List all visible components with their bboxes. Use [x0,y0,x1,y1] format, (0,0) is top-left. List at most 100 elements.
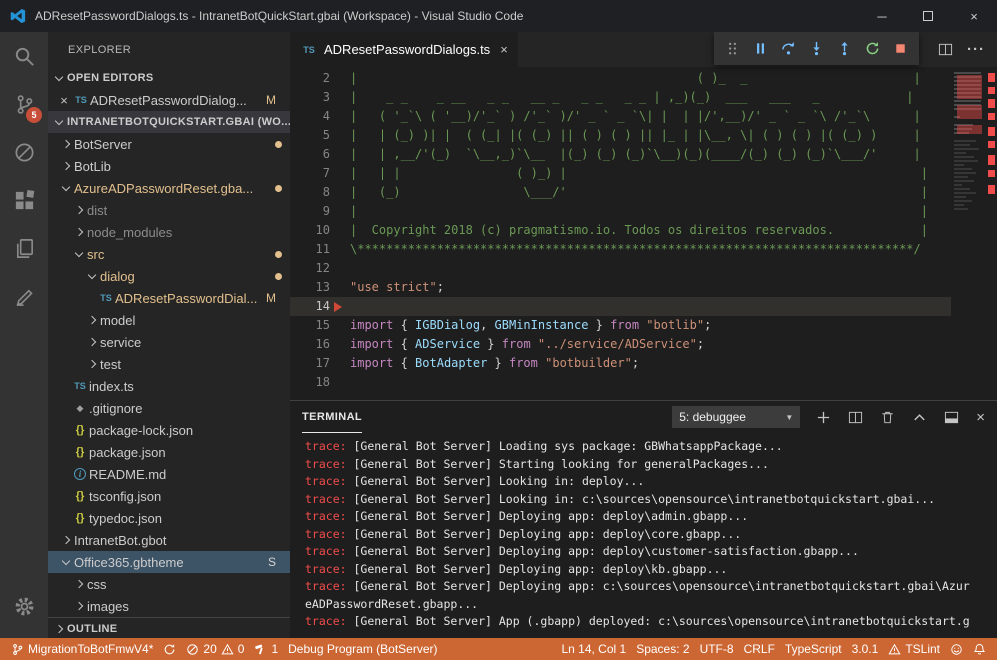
split-editor-button[interactable] [938,42,953,57]
pause-button[interactable] [753,41,768,56]
line-number[interactable]: 5 [290,126,330,145]
files-activity-button[interactable] [0,224,48,272]
source-control-activity-button[interactable]: 5 [0,80,48,128]
step-over-button[interactable] [781,41,796,56]
step-out-button[interactable] [837,41,852,56]
code-area[interactable]: 2| ( )_ _ |3| _ _ _ __ _ _ __ _ _ _ _ _ … [290,67,951,400]
ts-file-icon: TS [97,293,115,303]
tree-item[interactable]: dialog [48,265,290,287]
line-number[interactable]: 11 [290,240,330,259]
restart-button[interactable] [865,41,880,56]
tree-item[interactable]: i README.md [48,463,290,485]
tree-item[interactable]: {} typedoc.json [48,507,290,529]
tree-item[interactable]: node_modules [48,221,290,243]
tree-item[interactable]: Office365.gbtheme S [48,551,290,573]
split-terminal-button[interactable] [848,410,863,425]
window-controls: ─ × [859,0,997,32]
line-number[interactable]: 8 [290,183,330,202]
tree-item[interactable]: test [48,353,290,375]
extensions-activity-button[interactable] [0,176,48,224]
chevron-right-icon [71,576,87,592]
close-editor-icon[interactable]: × [56,93,72,108]
tree-item[interactable]: service [48,331,290,353]
tree-item[interactable]: TS ADResetPasswordDial... M [48,287,290,309]
error-mark [988,99,995,108]
tslint-status[interactable]: TSLint [883,638,945,660]
line-number[interactable]: 15 [290,316,330,335]
line-number[interactable]: 7 [290,164,330,183]
open-editors-section-header[interactable]: OPEN EDITORS [48,67,290,89]
line-number[interactable]: 14 [290,297,330,316]
line-number[interactable]: 3 [290,88,330,107]
tree-item[interactable]: ◆ .gitignore [48,397,290,419]
cursor-position[interactable]: Ln 14, Col 1 [556,638,631,660]
tasks-indicator[interactable]: 1 [249,638,283,660]
workspace-section-header[interactable]: INTRANETBOTQUICKSTART.GBAI (WO... [48,111,290,133]
error-mark [988,155,995,165]
line-number[interactable]: 4 [290,107,330,126]
kill-terminal-button[interactable] [880,410,895,425]
tab-adresetpassworddialogs[interactable]: TS ADResetPasswordDialogs.ts × [290,32,518,67]
tree-item[interactable]: {} package.json [48,441,290,463]
maximize-button[interactable] [905,0,951,32]
typescript-version[interactable]: 3.0.1 [847,638,884,660]
tree-item[interactable]: {} tsconfig.json [48,485,290,507]
git-branch-indicator[interactable]: MigrationToBotFmwV4* [6,638,158,660]
editor-more-actions-button[interactable]: ··· [967,41,985,58]
maximize-panel-button[interactable] [912,410,927,425]
tree-item[interactable]: images [48,595,290,617]
stop-button[interactable] [893,41,908,56]
new-terminal-button[interactable] [816,410,831,425]
terminal-line: trace: [General Bot Server] Looking in: … [305,491,982,509]
edit-activity-button[interactable] [0,272,48,320]
tree-item[interactable]: IntranetBot.gbot [48,529,290,551]
tree-item[interactable]: src [48,243,290,265]
tree-item[interactable]: dist [48,199,290,221]
line-number[interactable]: 16 [290,335,330,354]
editor: TS ADResetPasswordDialogs.ts × ··· [290,32,997,400]
sync-button[interactable] [158,638,181,660]
line-number[interactable]: 6 [290,145,330,164]
terminal-tab[interactable]: TERMINAL [302,401,362,433]
close-button[interactable]: × [951,0,997,32]
line-number[interactable]: 17 [290,354,330,373]
line-number[interactable]: 2 [290,69,330,88]
language-mode[interactable]: TypeScript [780,638,847,660]
close-tab-icon[interactable]: × [500,42,508,57]
debug-target[interactable]: Debug Program (BotServer) [283,638,442,660]
line-number[interactable]: 12 [290,259,330,278]
encoding[interactable]: UTF-8 [695,638,739,660]
code-text: | _ _ _ __ _ _ __ _ _ _ _ _ | ,_)(_) ___… [350,88,914,107]
outline-section-header[interactable]: OUTLINE [48,617,290,638]
problems-indicator[interactable]: 20 0 [181,638,249,660]
panel-position-button[interactable] [944,410,959,425]
line-number[interactable]: 13 [290,278,330,297]
tree-item[interactable]: TS index.ts [48,375,290,397]
step-into-button[interactable] [809,41,824,56]
close-panel-button[interactable]: × [976,409,985,426]
tree-item[interactable]: BotLib [48,155,290,177]
terminal-output[interactable]: trace: [General Bot Server] Loading sys … [290,433,997,638]
settings-button[interactable] [0,582,48,630]
line-number[interactable]: 9 [290,202,330,221]
minimap[interactable] [951,67,985,400]
eol-sequence[interactable]: CRLF [739,638,780,660]
tree-item[interactable]: {} package-lock.json [48,419,290,441]
tree-item[interactable]: css [48,573,290,595]
open-editor-item[interactable]: × TS ADResetPasswordDialog... M [48,89,290,111]
tree-item[interactable]: BotServer [48,133,290,155]
terminal-selector[interactable]: 5: debuggee ▼ [672,406,800,428]
line-number[interactable]: 10 [290,221,330,240]
tree-item[interactable]: AzureADPasswordReset.gba... [48,177,290,199]
search-activity-button[interactable] [0,32,48,80]
tree-item[interactable]: model [48,309,290,331]
line-number[interactable]: 18 [290,373,330,392]
open-editor-filename: ADResetPasswordDialog... [90,93,247,108]
notifications-bell[interactable] [968,638,991,660]
explorer-sidebar: EXPLORER OPEN EDITORS × TS ADResetPasswo… [48,32,290,638]
minimize-button[interactable]: ─ [859,0,905,32]
drag-handle-icon[interactable] [725,41,740,56]
debug-activity-button[interactable] [0,128,48,176]
indentation[interactable]: Spaces: 2 [631,638,694,660]
feedback-smiley[interactable] [945,638,968,660]
